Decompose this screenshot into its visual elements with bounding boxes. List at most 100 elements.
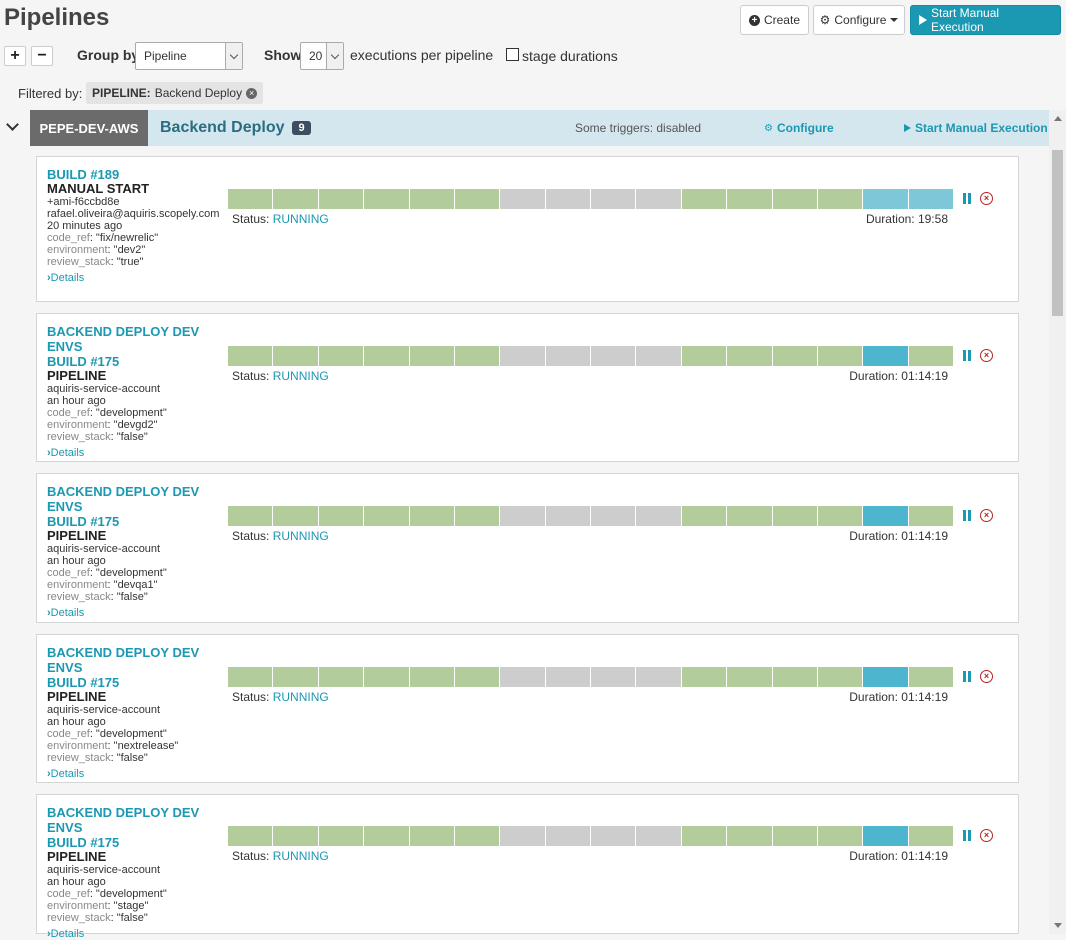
details-link[interactable]: ›Details	[47, 272, 84, 284]
stage-segment[interactable]	[500, 346, 546, 366]
execution-title[interactable]: BUILD #175	[47, 354, 227, 369]
stage-segment[interactable]	[772, 506, 818, 526]
stage-segment[interactable]	[636, 667, 682, 687]
execution-title[interactable]: BUILD #175	[47, 675, 227, 690]
stage-segment[interactable]	[228, 346, 274, 366]
stage-segment[interactable]	[681, 346, 728, 366]
stage-segment[interactable]	[863, 346, 909, 366]
stage-segment[interactable]	[908, 667, 954, 687]
scroll-down-icon[interactable]	[1054, 923, 1062, 928]
stage-segment[interactable]	[273, 346, 319, 366]
cancel-icon[interactable]: ×	[980, 192, 993, 205]
create-button[interactable]: + Create	[740, 5, 809, 35]
stage-segment[interactable]	[591, 667, 637, 687]
stage-segment[interactable]	[409, 826, 455, 846]
stage-segment[interactable]	[318, 346, 365, 366]
execution-title[interactable]: BACKEND DEPLOY DEV ENVS	[47, 645, 227, 675]
stage-segment[interactable]	[863, 189, 909, 209]
stage-segment[interactable]	[772, 826, 818, 846]
stage-segment[interactable]	[409, 346, 455, 366]
stage-segment[interactable]	[908, 506, 954, 526]
scroll-up-icon[interactable]	[1054, 116, 1062, 121]
details-link[interactable]: ›Details	[47, 928, 84, 940]
stage-segment[interactable]	[273, 667, 319, 687]
start-manual-execution-button[interactable]: Start Manual Execution	[910, 5, 1061, 35]
cancel-icon[interactable]: ×	[980, 670, 993, 683]
stage-segment[interactable]	[500, 667, 546, 687]
execution-title[interactable]: BUILD #189	[47, 167, 227, 182]
stage-segment[interactable]	[545, 189, 591, 209]
stage-segment[interactable]	[409, 667, 455, 687]
stage-segment[interactable]	[545, 826, 591, 846]
stage-segment[interactable]	[500, 189, 546, 209]
stage-segment[interactable]	[681, 667, 728, 687]
stage-durations-checkbox[interactable]	[506, 48, 519, 61]
stage-segment[interactable]	[727, 826, 773, 846]
stage-segment[interactable]	[863, 826, 909, 846]
collapse-all-button[interactable]: −	[31, 46, 53, 66]
stage-segment[interactable]	[318, 667, 365, 687]
cancel-icon[interactable]: ×	[980, 509, 993, 522]
stage-segment[interactable]	[454, 506, 501, 526]
stage-segment[interactable]	[545, 667, 591, 687]
execution-title[interactable]: BACKEND DEPLOY DEV ENVS	[47, 484, 227, 514]
stage-segment[interactable]	[500, 506, 546, 526]
group-start-execution-link[interactable]: Start Manual Execution	[904, 121, 1048, 135]
stage-segment[interactable]	[454, 346, 501, 366]
pause-icon[interactable]	[963, 671, 972, 682]
scroll-thumb[interactable]	[1052, 150, 1063, 316]
pause-icon[interactable]	[963, 193, 972, 204]
stage-segment[interactable]	[273, 189, 319, 209]
execution-title[interactable]: BACKEND DEPLOY DEV ENVS	[47, 324, 227, 354]
pause-icon[interactable]	[963, 510, 972, 521]
stage-segment[interactable]	[772, 189, 818, 209]
stage-segment[interactable]	[681, 826, 728, 846]
stage-segment[interactable]	[817, 826, 864, 846]
stage-segment[interactable]	[863, 667, 909, 687]
stage-segment[interactable]	[591, 506, 637, 526]
execution-title[interactable]: BACKEND DEPLOY DEV ENVS	[47, 805, 227, 835]
stage-segment[interactable]	[636, 346, 682, 366]
stage-segment[interactable]	[454, 189, 501, 209]
stage-segment[interactable]	[591, 189, 637, 209]
cancel-icon[interactable]: ×	[980, 349, 993, 362]
stage-segment[interactable]	[908, 346, 954, 366]
remove-filter-icon[interactable]: ×	[246, 87, 258, 99]
stage-segment[interactable]	[318, 189, 365, 209]
configure-button[interactable]: ⚙ Configure	[813, 5, 905, 35]
stage-segment[interactable]	[817, 506, 864, 526]
scrollbar[interactable]	[1049, 110, 1066, 934]
stage-segment[interactable]	[863, 506, 909, 526]
stage-segment[interactable]	[772, 346, 818, 366]
stage-segment[interactable]	[545, 346, 591, 366]
pause-icon[interactable]	[963, 830, 972, 841]
stage-segment[interactable]	[591, 346, 637, 366]
cancel-icon[interactable]: ×	[980, 829, 993, 842]
pause-icon[interactable]	[963, 350, 972, 361]
stage-segment[interactable]	[727, 506, 773, 526]
executions-count-select[interactable]: 20	[300, 42, 344, 70]
details-link[interactable]: ›Details	[47, 607, 84, 619]
stage-segment[interactable]	[772, 667, 818, 687]
stage-segment[interactable]	[364, 346, 410, 366]
stage-segment[interactable]	[228, 667, 274, 687]
stage-segment[interactable]	[364, 667, 410, 687]
stage-segment[interactable]	[228, 189, 274, 209]
stage-segment[interactable]	[681, 189, 728, 209]
stage-segment[interactable]	[727, 346, 773, 366]
stage-segment[interactable]	[591, 826, 637, 846]
stage-segment[interactable]	[817, 346, 864, 366]
stage-segment[interactable]	[636, 189, 682, 209]
stage-segment[interactable]	[318, 826, 365, 846]
stage-segment[interactable]	[681, 506, 728, 526]
stage-segment[interactable]	[228, 506, 274, 526]
collapse-group-chevron-icon[interactable]	[6, 118, 19, 131]
stage-segment[interactable]	[364, 189, 410, 209]
group-configure-link[interactable]: ⚙ Configure	[764, 121, 834, 135]
expand-all-button[interactable]: +	[4, 46, 26, 66]
stage-segment[interactable]	[409, 189, 455, 209]
stage-segment[interactable]	[273, 826, 319, 846]
stage-segment[interactable]	[454, 667, 501, 687]
stage-segment[interactable]	[500, 826, 546, 846]
details-link[interactable]: ›Details	[47, 447, 84, 459]
